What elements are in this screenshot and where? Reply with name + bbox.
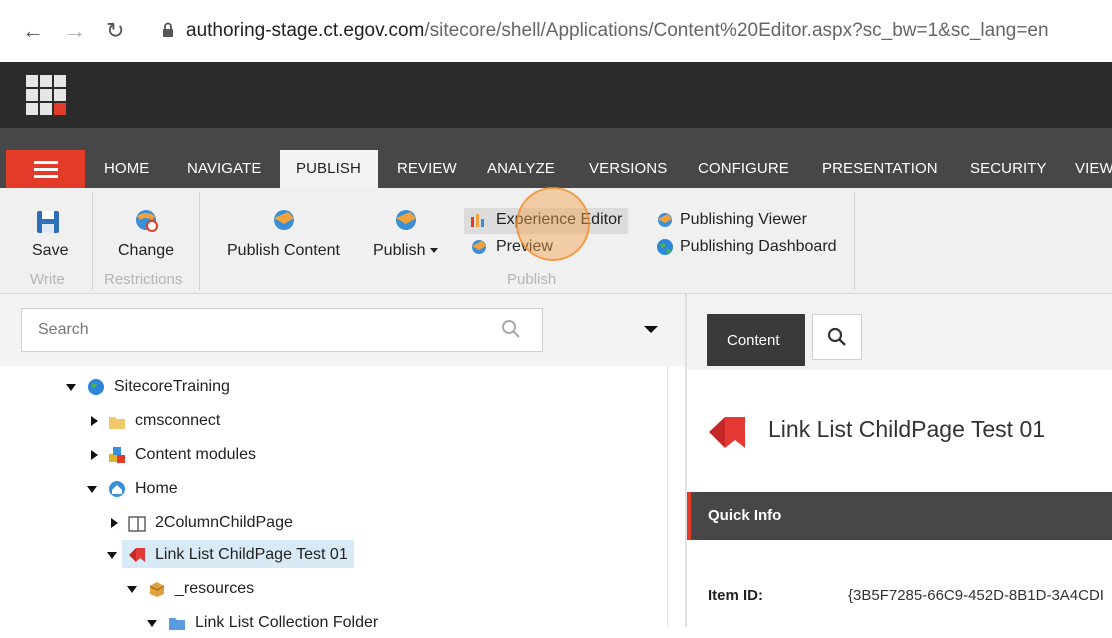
change-button[interactable]: Change [118, 242, 174, 260]
preview-icon [472, 240, 486, 254]
tree-item-label: cmsconnect [135, 412, 221, 429]
sitecore-header [0, 62, 1112, 128]
tree-item-label: Content modules [135, 446, 256, 463]
link-list-icon [709, 417, 745, 448]
search-input[interactable] [21, 308, 543, 352]
item-id-value[interactable]: {3B5F7285-66C9-452D-8B1D-3A4CDI [848, 587, 1112, 604]
tree-item-label: SitecoreTraining [114, 378, 230, 395]
publish-content-button[interactable]: Publish Content [227, 242, 340, 260]
publish-icon [396, 210, 416, 230]
package-icon [149, 582, 165, 597]
save-icon [37, 211, 59, 233]
tab-presentation[interactable]: PRESENTATION [822, 160, 938, 177]
publishing-dashboard-button[interactable]: Publishing Dashboard [680, 238, 837, 256]
publishing-viewer-button[interactable]: Publishing Viewer [680, 211, 807, 229]
publish-content-icon [274, 210, 294, 230]
back-icon[interactable]: ← [22, 18, 44, 44]
search-dropdown-icon[interactable] [644, 326, 658, 333]
write-group-label: Write [30, 271, 65, 288]
tab-navigate[interactable]: NAVIGATE [187, 160, 261, 177]
home-icon [109, 481, 125, 497]
page-layout-icon [128, 516, 146, 532]
search-icon [827, 327, 846, 346]
url-path: /sitecore/shell/Applications/Content%20E… [424, 20, 1049, 41]
url-text[interactable]: authoring-stage.ct.egov.com/sitecore/she… [186, 20, 1049, 42]
search-icon[interactable] [500, 318, 522, 340]
publishing-viewer-icon [658, 213, 672, 227]
tree-item-label: Link List ChildPage Test 01 [155, 546, 348, 563]
modules-icon [109, 447, 125, 463]
quick-info-label: Quick Info [708, 507, 782, 524]
chevron-down-icon [430, 248, 439, 254]
tree-item-label: _resources [175, 580, 255, 597]
preview-button[interactable]: Preview [496, 238, 553, 256]
ribbon-divider [199, 192, 200, 290]
folder-icon [109, 417, 125, 429]
ribbon-divider [92, 192, 93, 290]
tab-search[interactable] [812, 314, 862, 360]
tree-item-label: 2ColumnChildPage [155, 514, 293, 531]
tab-analyze[interactable]: ANALYZE [487, 160, 555, 177]
change-restrictions-icon [136, 210, 158, 232]
tab-home[interactable]: HOME [104, 160, 149, 177]
link-list-icon [129, 548, 145, 562]
hamburger-menu-button[interactable] [6, 150, 85, 188]
restrictions-group-label: Restrictions [104, 271, 183, 288]
tree-scrollbar[interactable] [667, 366, 686, 627]
tab-security[interactable]: SECURITY [970, 160, 1047, 177]
expand-arrow-icon[interactable] [91, 450, 98, 460]
globe-icon [88, 379, 104, 395]
expand-arrow-icon[interactable] [91, 416, 98, 426]
sitecore-logo-icon[interactable] [26, 75, 66, 115]
collapse-arrow-icon[interactable] [127, 586, 137, 593]
collapse-arrow-icon[interactable] [66, 384, 76, 391]
collapse-arrow-icon[interactable] [147, 620, 157, 627]
tree-item-label: Home [135, 480, 178, 497]
publish-dropdown-label: Publish [373, 242, 426, 259]
tab-content-label: Content [727, 332, 780, 349]
tab-publish[interactable]: PUBLISH [296, 160, 361, 177]
tree-item-label: Link List Collection Folder [195, 614, 379, 631]
experience-editor-icon [471, 214, 484, 227]
url-host: authoring-stage.ct.egov.com [186, 20, 425, 41]
experience-editor-button[interactable]: Experience Editor [496, 211, 622, 229]
collapse-arrow-icon[interactable] [107, 552, 117, 559]
item-title: Link List ChildPage Test 01 [768, 416, 1046, 442]
publish-dropdown-button[interactable]: Publish [373, 242, 439, 260]
folder-link-icon [169, 618, 185, 630]
ribbon-tab-bar [0, 128, 1112, 188]
reload-icon[interactable]: ↻ [106, 18, 124, 44]
tab-view[interactable]: VIEW [1075, 160, 1112, 177]
globe-icon [657, 239, 673, 255]
tab-versions[interactable]: VERSIONS [589, 160, 667, 177]
forward-icon[interactable]: → [64, 18, 86, 44]
lock-icon [163, 22, 173, 37]
tab-review[interactable]: REVIEW [397, 160, 457, 177]
item-id-label: Item ID: [708, 587, 764, 604]
collapse-arrow-icon[interactable] [87, 486, 97, 493]
publish-group-label: Publish [507, 271, 557, 288]
save-button[interactable]: Save [32, 242, 68, 260]
ribbon-divider [854, 192, 855, 290]
tab-configure[interactable]: CONFIGURE [698, 160, 789, 177]
expand-arrow-icon[interactable] [111, 518, 118, 528]
section-accent [687, 492, 691, 540]
